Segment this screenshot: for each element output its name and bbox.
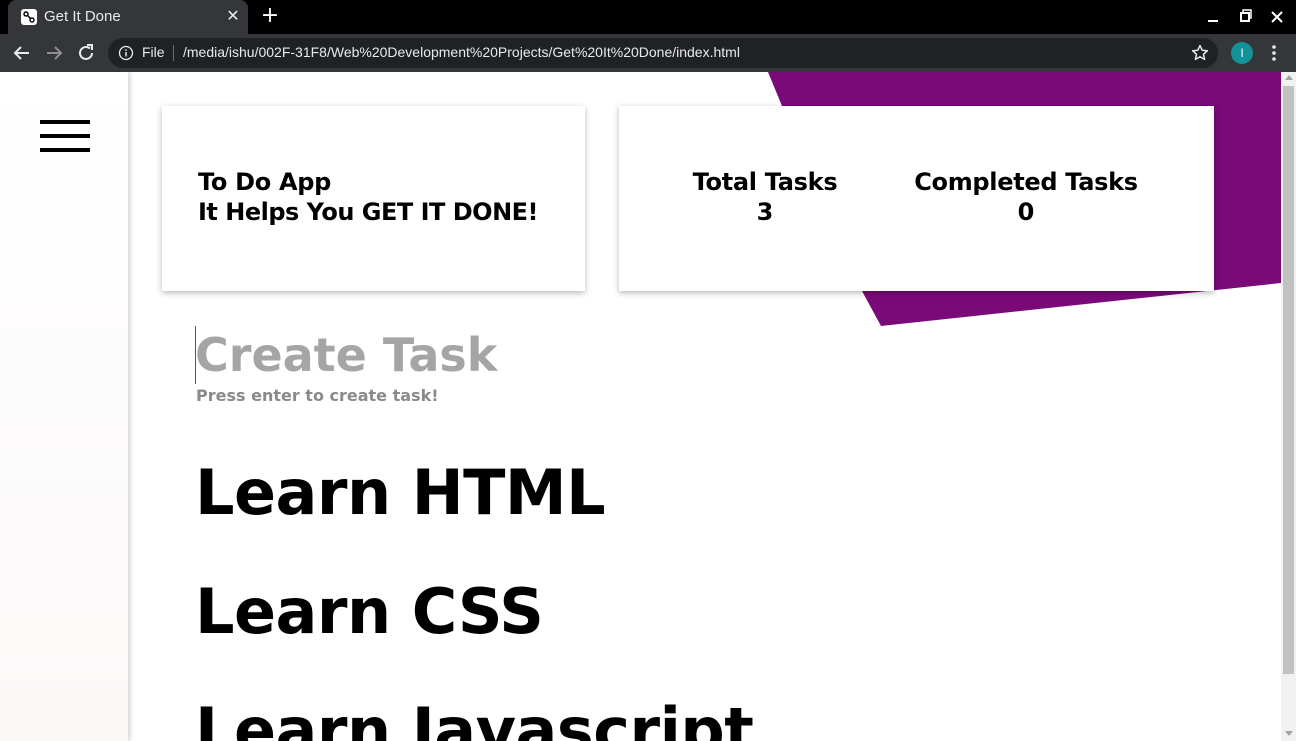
address-bar[interactable]: File /media/ishu/002F-31F8/Web%20Develop… [108,38,1218,68]
browser-tab-bar: Get It Done ✕ + [0,0,1296,34]
file-scheme-label: File [142,44,165,60]
total-tasks-label: Total Tasks [692,168,838,196]
task-item[interactable]: Learn HTML [195,462,606,524]
completed-tasks-stat: Completed Tasks 0 [905,168,1147,226]
reload-icon[interactable] [74,41,98,65]
vertical-scrollbar[interactable] [1281,72,1296,741]
tab-title: Get It Done [44,8,121,25]
completed-tasks-label: Completed Tasks [914,168,1138,196]
tab-close-icon[interactable]: ✕ [224,5,242,27]
stats-card: Total Tasks 3 Completed Tasks 0 [619,106,1214,291]
window-restore-icon[interactable] [1229,0,1261,34]
scroll-down-arrow-icon[interactable] [1285,731,1293,736]
forward-arrow-icon[interactable] [42,41,66,65]
scroll-up-arrow-icon[interactable] [1285,75,1293,80]
completed-tasks-count: 0 [1017,198,1035,226]
total-tasks-stat: Total Tasks 3 [679,168,851,226]
url-text[interactable]: /media/ishu/002F-31F8/Web%20Development%… [183,44,740,60]
browser-toolbar: File /media/ishu/002F-31F8/Web%20Develop… [0,34,1296,72]
text-caret [195,326,196,384]
sidebar [0,72,128,741]
create-task-input[interactable] [195,326,795,384]
window-minimize-icon[interactable] [1197,0,1229,34]
window-close-icon[interactable] [1261,0,1293,34]
hamburger-menu-icon[interactable] [40,119,90,155]
star-icon[interactable] [1190,43,1210,63]
profile-avatar[interactable]: I [1231,42,1253,64]
task-item[interactable]: Learn Javascript [195,700,754,741]
page-viewport: To Do App It Helps You GET IT DONE! Tota… [0,72,1296,741]
create-task-hint: Press enter to create task! [196,386,439,405]
scrollbar-thumb[interactable] [1283,86,1294,674]
browser-tab[interactable]: Get It Done ✕ [8,0,248,34]
back-arrow-icon[interactable] [10,41,34,65]
address-separator [173,45,174,61]
task-item[interactable]: Learn CSS [195,581,544,643]
more-vertical-icon[interactable] [1264,42,1284,64]
favicon-icon [21,9,37,25]
total-tasks-count: 3 [756,198,774,226]
app-tagline: It Helps You GET IT DONE! [198,198,539,226]
info-icon[interactable] [118,45,134,61]
new-tab-button[interactable]: + [258,4,282,28]
app-title: To Do App [198,168,332,196]
intro-card: To Do App It Helps You GET IT DONE! [162,106,585,291]
